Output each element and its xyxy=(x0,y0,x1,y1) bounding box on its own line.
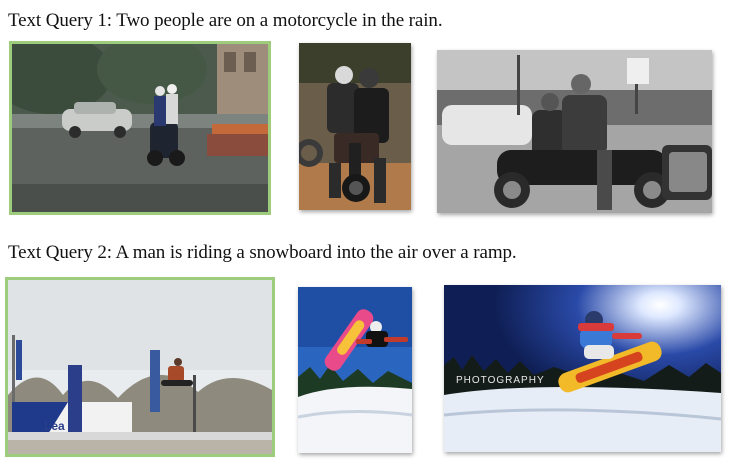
query-2-image-3: PHOTOGRAPHY xyxy=(444,285,721,452)
query-1-image-3 xyxy=(437,50,712,213)
query-2-image-1: Lea xyxy=(5,277,275,457)
text-query-1: Text Query 1: Two people are on a motorc… xyxy=(8,10,443,31)
text-query-2: Text Query 2: A man is riding a snowboar… xyxy=(8,242,517,263)
query-2-image-2 xyxy=(298,287,412,453)
banner-sign-text: Lea xyxy=(44,419,65,433)
query-1-image-1 xyxy=(9,41,271,215)
photographer-watermark: PHOTOGRAPHY xyxy=(456,375,545,386)
query-1-image-2 xyxy=(299,43,411,210)
